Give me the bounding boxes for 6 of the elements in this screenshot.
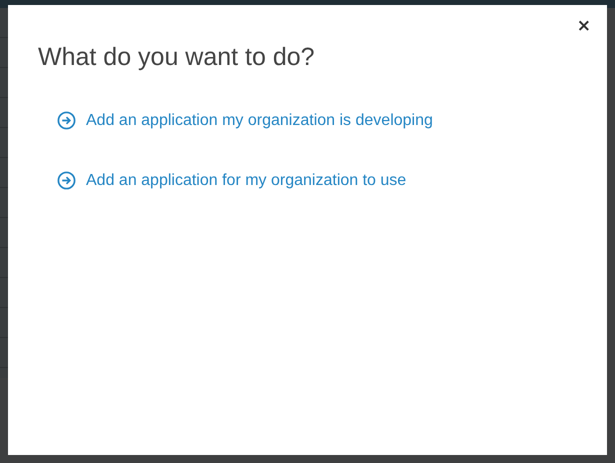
dialog-title: What do you want to do? bbox=[38, 43, 315, 72]
arrow-circle-icon bbox=[57, 111, 76, 130]
close-button[interactable]: × bbox=[574, 17, 593, 35]
option-link[interactable]: Add an application for my organization to use bbox=[57, 171, 406, 190]
option-link[interactable]: Add an application my organization is developing bbox=[57, 111, 433, 130]
arrow-circle-icon bbox=[57, 171, 76, 190]
